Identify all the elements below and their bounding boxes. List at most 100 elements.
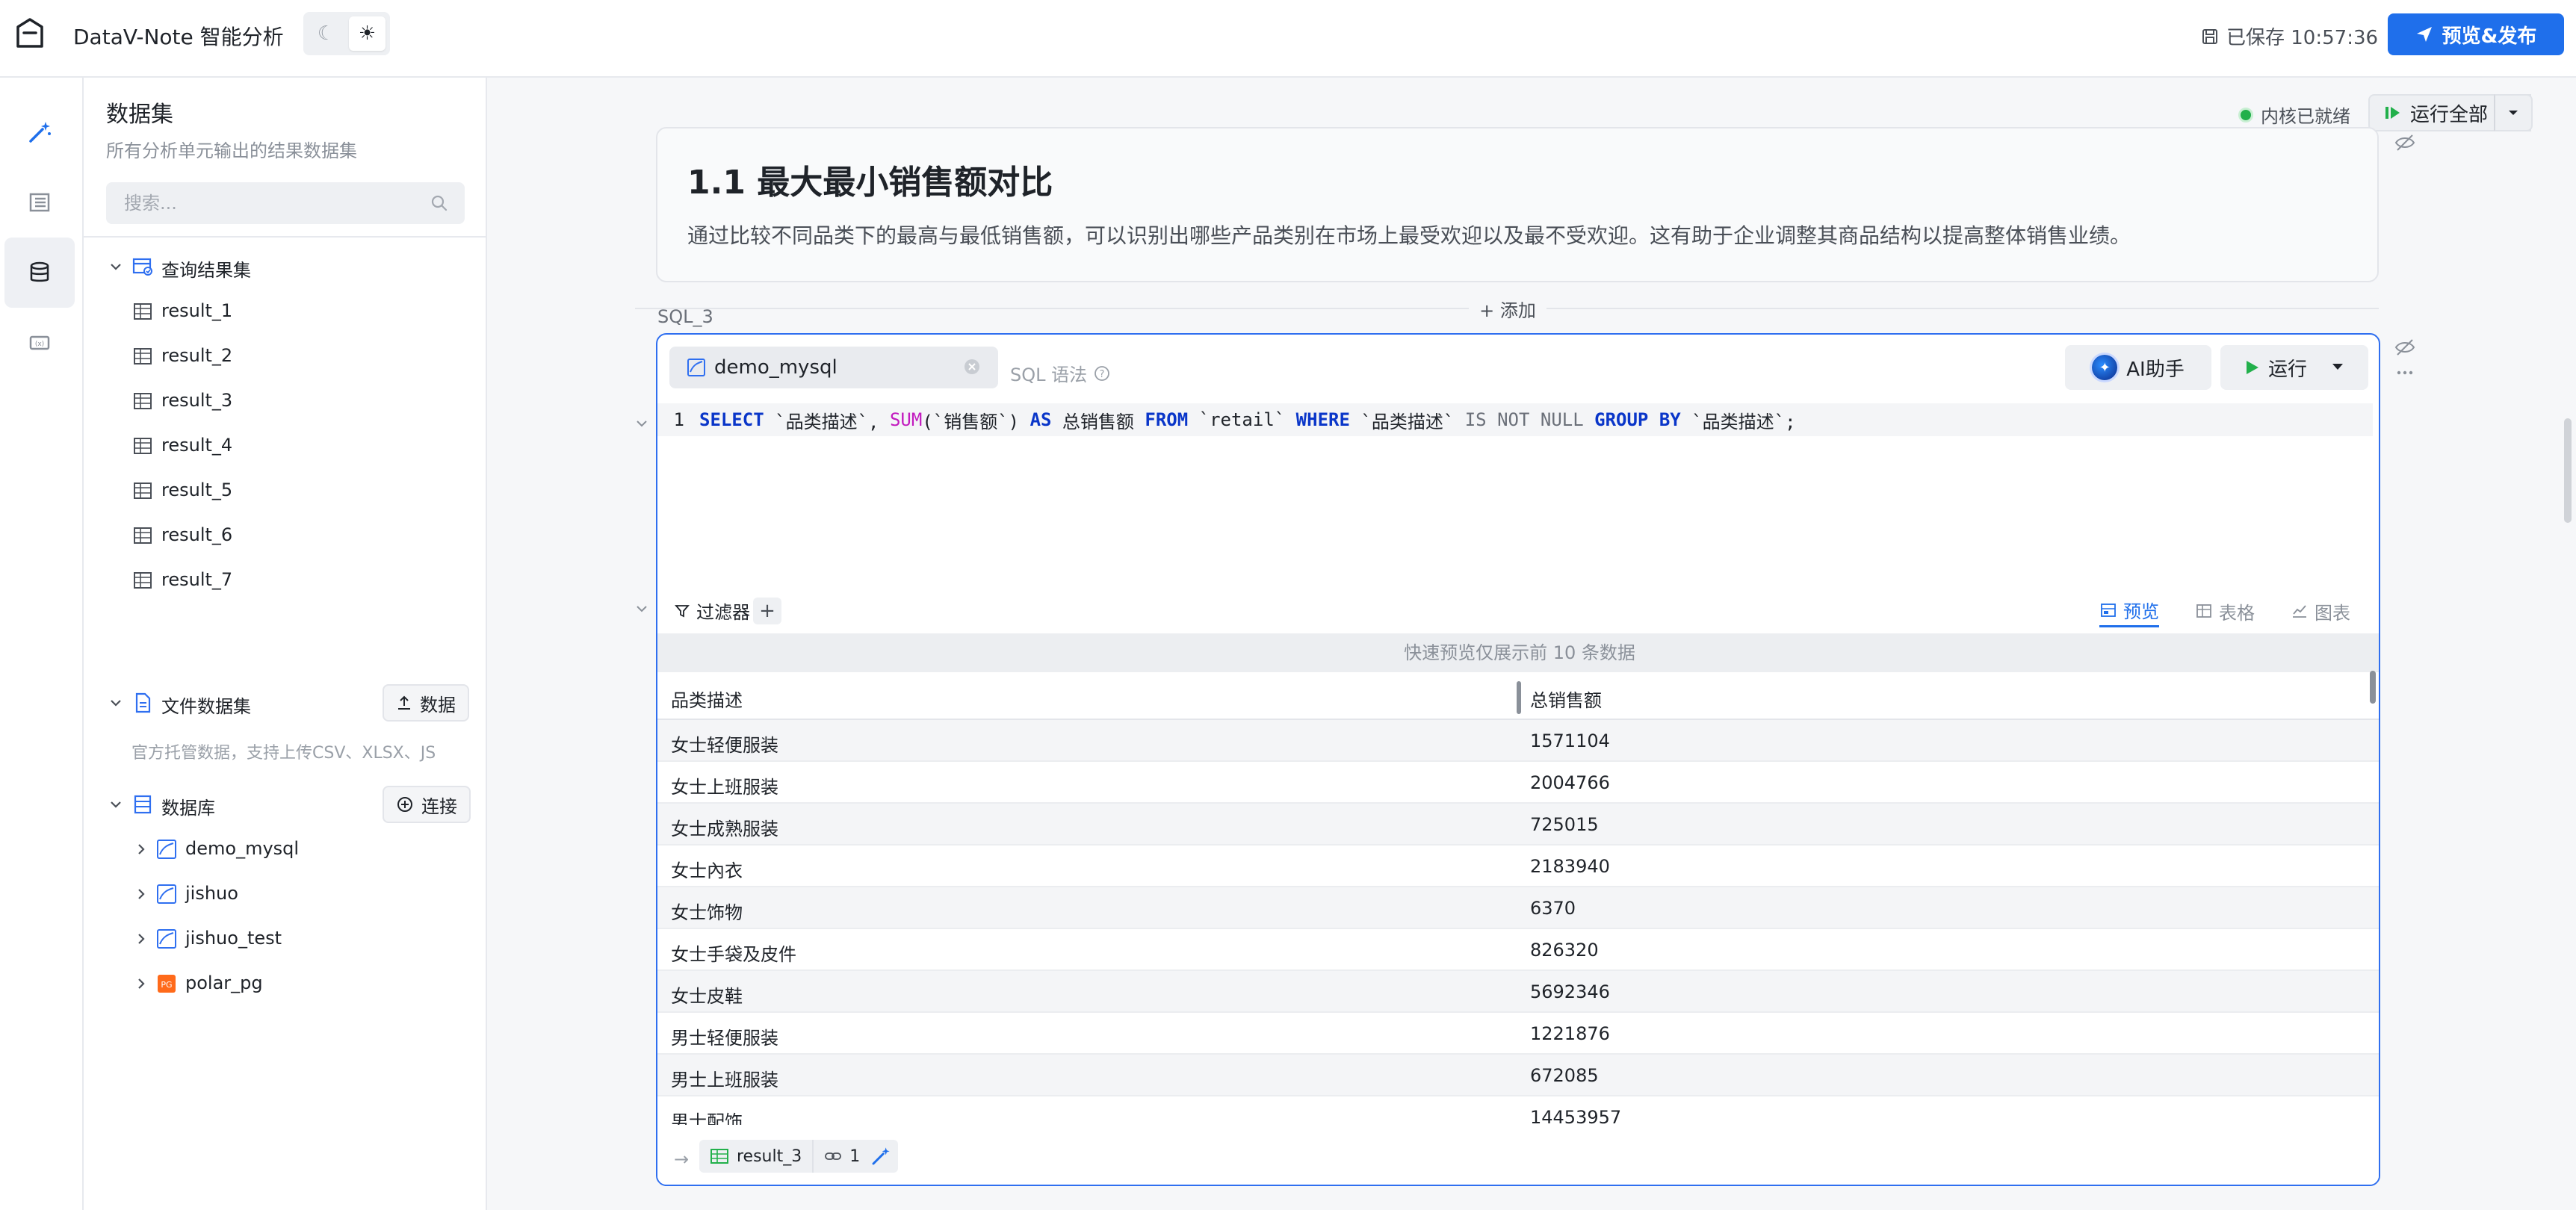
table-row[interactable]: 女士上班服装 2004766 [657,762,2379,804]
more-icon[interactable] [2394,362,2416,384]
add-filter-button[interactable]: + [753,598,781,624]
sql-token: `品类描述`, [764,411,890,432]
database-item[interactable]: jishuo [84,875,487,913]
rail-item-outline[interactable] [4,167,75,238]
dataset-item[interactable]: result_3 [84,382,487,420]
sql-token: `retail` [1188,409,1296,430]
rail-item-datasets[interactable] [4,238,75,308]
chevron-right-icon [138,889,145,899]
output-dataset-chip[interactable]: result_3 1 [699,1140,871,1173]
table-icon [710,1149,728,1164]
table-cell: 女士上班服装 [671,777,778,798]
table-cell: 女士手袋及皮件 [671,944,796,965]
table-scrollbar[interactable] [2370,671,2376,704]
output-dataset-name: result_3 [737,1147,802,1166]
sql-token: WHERE [1295,409,1350,430]
dataset-item[interactable]: result_2 [84,338,487,375]
view-tab[interactable]: 表格 [2195,595,2255,627]
markdown-cell[interactable]: 1.1 最大最小销售额对比 通过比较不同品类下的最高与最低销售额，可以识别出哪些… [656,127,2379,282]
plus-circle-icon [397,797,412,812]
code-line[interactable]: 1 SELECT `品类描述`, SUM (`销售额`) AS 总销售额 FROM … [657,403,2373,436]
table-cell: 826320 [1530,940,1599,961]
send-icon [2416,27,2432,42]
sql-token: (`销售额`) [922,411,1030,432]
dataset-search-input[interactable] [106,182,465,224]
top-bar: DataV-Note 智能分析 ☾ ☀ 已保存 10:57:36 预览&发布 [0,0,2576,78]
kernel-status-text: 内核已就绪 [2261,106,2350,127]
table-cell: 2004766 [1530,772,1610,793]
sql-token: IS NOT NULL [1464,409,1584,430]
table-row[interactable]: 女士手袋及皮件 826320 [657,929,2379,971]
table-row[interactable]: 女士皮鞋 5692346 [657,971,2379,1013]
sql-editor[interactable]: 1 SELECT `品类描述`, SUM (`销售额`) AS 总销售额 FROM … [657,403,2379,648]
table-row[interactable]: 女士轻便服装 1571104 [657,720,2379,762]
app-logo-icon[interactable] [13,16,46,51]
table-row[interactable]: 女士內衣 2183940 [657,846,2379,887]
table-cell: 2183940 [1530,856,1610,877]
output-arrow-icon: → [674,1149,690,1170]
publish-button[interactable]: 预览&发布 [2388,13,2564,55]
rail-item-variables[interactable]: (x) [4,308,75,378]
table-cell: 女士成熟服装 [671,819,778,840]
table-cell: 男士轻便服装 [671,1028,778,1049]
dataset-item[interactable]: result_5 [84,472,487,509]
file-icon [135,692,151,713]
output-link-count[interactable]: 1 [812,1140,870,1173]
column-header[interactable]: 品类描述 [671,686,743,712]
eye-off-icon[interactable] [2394,131,2416,154]
upload-data-button[interactable]: 数据 [383,684,469,722]
outline-icon [29,193,50,212]
database-item[interactable]: PG polar_pg [84,965,487,1002]
add-cell-button[interactable]: + 添加 [1469,296,1546,321]
connect-database-button[interactable]: 连接 [383,786,471,823]
sql-token: AS [1030,409,1052,430]
preview-note: 快速预览仅展示前 10 条数据 [657,633,2379,672]
collapse-editor-chevron-icon[interactable] [634,415,650,432]
dataset-item[interactable]: result_1 [84,293,487,330]
page-scrollbar[interactable] [2564,418,2572,523]
table-row[interactable]: 男士上班服装 672085 [657,1055,2379,1096]
run-all-dropdown[interactable] [2494,94,2533,131]
sql-token: `品类描述` [1349,411,1465,432]
column-resize-handle[interactable] [1517,681,1521,714]
saved-text: 已保存 10:57:36 [2226,27,2379,49]
column-header[interactable]: 总销售额 [1530,686,1602,712]
link-icon [825,1152,842,1160]
upload-icon [398,695,410,710]
dataset-item[interactable]: result_6 [84,517,487,554]
table-row[interactable]: 男士轻便服装 1221876 [657,1013,2379,1055]
caret-down-icon [2509,111,2518,115]
ai-analyze-button[interactable] [864,1140,898,1173]
sql-syntax-hint[interactable]: SQL 语法 ? [1010,360,1111,386]
table-cell: 女士饰物 [671,902,743,923]
dataset-item-label: result_5 [161,480,233,500]
moon-icon[interactable]: ☾ [308,16,344,51]
ai-assistant-button[interactable]: ✦ AI助手 [2065,345,2211,390]
rail-item-ai[interactable] [4,97,75,167]
filter-button[interactable]: 过滤器 [674,598,750,624]
view-tab[interactable]: 图表 [2291,595,2350,627]
caret-down-icon[interactable] [2326,356,2349,378]
clear-icon[interactable] [962,357,982,376]
sql-cell[interactable]: demo_mysql SQL 语法 ? ✦ AI助手 运行 1 SELECT `品… [656,333,2380,1186]
database-item[interactable]: demo_mysql [84,831,487,868]
publish-label: 预览&发布 [2442,25,2537,48]
datasource-select[interactable]: demo_mysql [669,347,998,388]
group-query-results[interactable]: 查询结果集 [84,248,487,285]
table-row[interactable]: 女士饰物 6370 [657,887,2379,929]
database-item[interactable]: jishuo_test [84,920,487,958]
view-tab[interactable]: 预览 [2099,595,2159,627]
dataset-item[interactable]: result_4 [84,427,487,465]
sql-token: GROUP BY [1594,409,1681,430]
sun-icon[interactable]: ☀ [349,16,386,51]
eye-off-icon[interactable] [2394,336,2416,359]
dataset-item[interactable]: result_7 [84,562,487,599]
postgres-icon: PG [158,975,176,993]
database-item-label: jishuo_test [185,928,282,949]
table-row[interactable]: 女士成熟服装 725015 [657,804,2379,846]
theme-toggle[interactable]: ☾ ☀ [303,12,390,55]
database-item-label: demo_mysql [185,838,300,859]
dataset-item-label: result_3 [161,390,233,411]
output-dataset[interactable]: result_3 [699,1140,812,1173]
collapse-result-chevron-icon[interactable] [634,601,650,617]
